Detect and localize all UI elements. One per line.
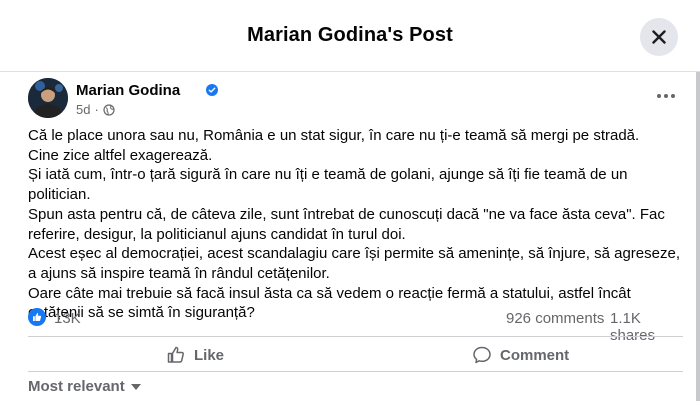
post-text: Că le place unora sau nu, România e un s…	[28, 126, 683, 323]
post-actions: Like Comment	[28, 336, 683, 372]
author-name[interactable]: Marian Godina	[76, 82, 180, 99]
comment-button[interactable]: Comment	[472, 341, 569, 369]
close-icon	[652, 30, 666, 44]
sort-label: Most relevant	[28, 378, 125, 395]
comments-count[interactable]: 926 comments	[506, 310, 604, 327]
like-icon	[167, 346, 184, 363]
post-meta: 5d ·	[76, 102, 115, 117]
comment-label: Comment	[500, 346, 570, 364]
thumbs-up-icon[interactable]	[28, 308, 46, 326]
post-paragraph: Și iată cum, într-o țară sigură în care …	[28, 166, 628, 204]
more-options-button[interactable]	[648, 84, 684, 108]
avatar[interactable]	[28, 78, 68, 118]
post-paragraph: Că le place unora sau nu, România e un s…	[28, 127, 640, 144]
post-header: Marian Godina 5d ·	[28, 78, 688, 122]
more-options-icon	[657, 94, 661, 98]
chevron-down-icon	[130, 383, 141, 390]
like-button[interactable]: Like	[166, 341, 224, 369]
dialog-title: Marian Godina's Post	[247, 24, 453, 46]
post-paragraph: Spun asta pentru că, de câteva zile, sun…	[28, 205, 665, 243]
globe-icon[interactable]	[103, 103, 115, 116]
meta-separator: ·	[94, 102, 99, 117]
comment-sort-dropdown[interactable]: Most relevant	[28, 378, 141, 395]
reaction-count[interactable]: 13K	[54, 310, 81, 327]
post-time[interactable]: 5d	[76, 102, 90, 117]
verified-badge-icon	[206, 84, 218, 96]
like-label: Like	[194, 346, 225, 364]
post-paragraph: Acest eșec al democrației, acest scandal…	[28, 245, 680, 282]
dialog-header: Marian Godina's Post	[0, 0, 700, 72]
post-stats: 13K 926 comments 1.1K shares	[28, 306, 683, 344]
post-paragraph: Cine zice altfel exagerează.	[28, 146, 213, 164]
close-button[interactable]	[640, 18, 678, 56]
scrollbar[interactable]	[696, 72, 700, 401]
comment-icon	[473, 346, 491, 364]
